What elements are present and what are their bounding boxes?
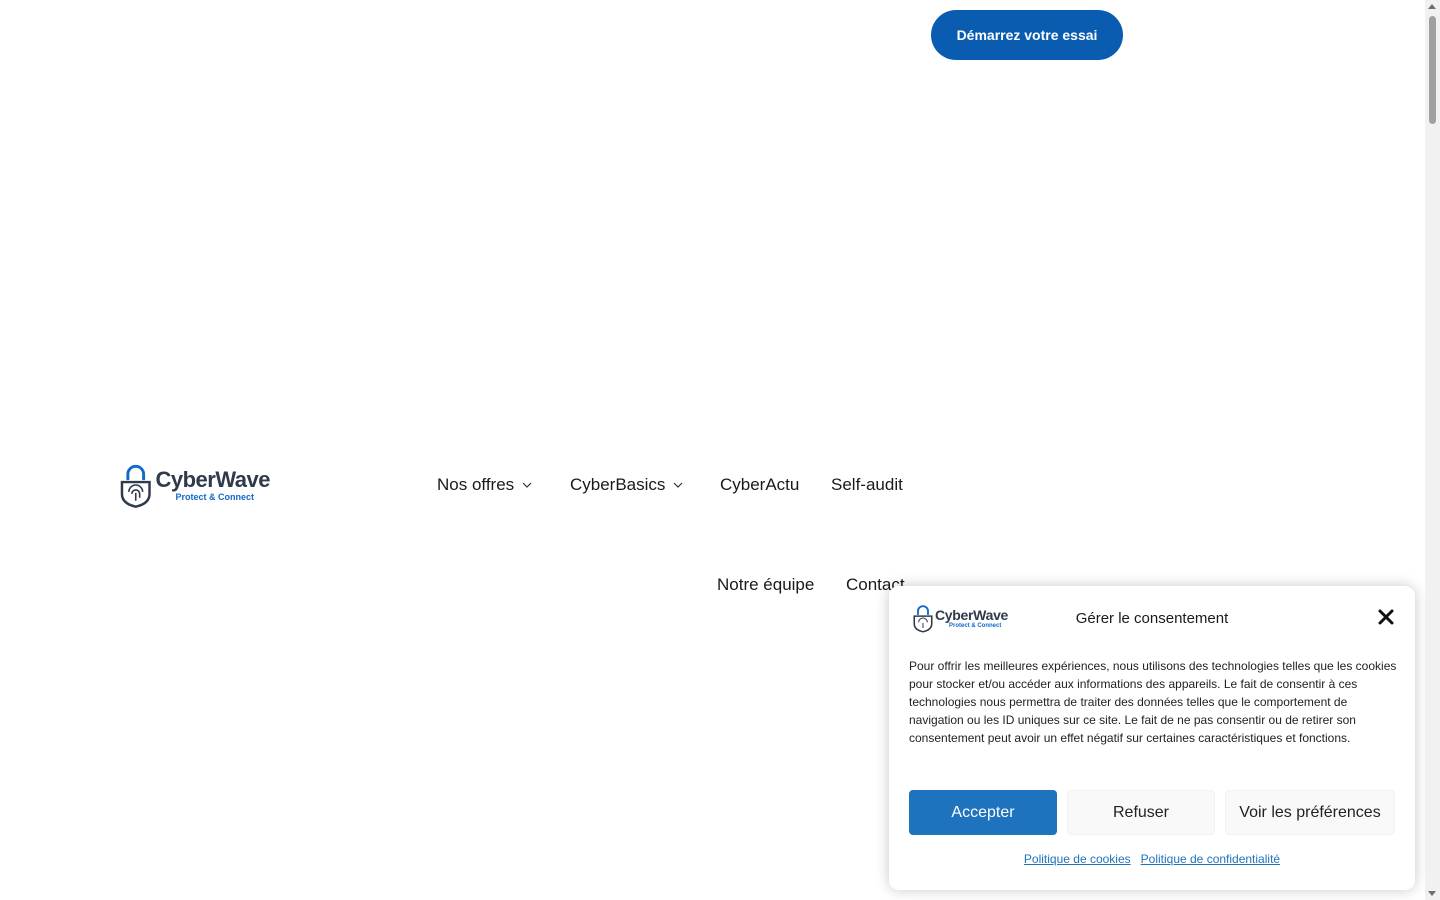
refuse-button[interactable]: Refuser — [1067, 790, 1215, 835]
site-logo[interactable]: CyberWave Protect & Connect — [120, 462, 270, 508]
consent-body: Pour offrir les meilleures expériences, … — [909, 659, 1397, 745]
nav-item-cyberactu[interactable]: CyberActu — [720, 475, 799, 495]
consent-links: Politique de cookies Politique de confid… — [889, 852, 1415, 866]
nav-item-label: Nos offres — [437, 475, 515, 494]
scroll-down-arrow[interactable] — [1428, 891, 1436, 896]
chevron-down-icon — [522, 482, 532, 488]
scroll-up-arrow[interactable] — [1428, 4, 1436, 9]
nav-item-self-audit[interactable]: Self-audit — [831, 475, 903, 495]
scroll-thumb[interactable] — [1429, 16, 1436, 124]
nav-item-notre-equipe[interactable]: Notre équipe — [717, 575, 814, 595]
start-trial-button[interactable]: Démarrez votre essai — [931, 10, 1123, 60]
consent-title: Gérer le consentement — [1075, 610, 1229, 627]
nav-item-nos-offres[interactable]: Nos offres — [437, 475, 532, 495]
nav-item-label: CyberActu — [720, 475, 800, 494]
cookie-consent-dialog: CyberWave Protect & Connect Gérer le con… — [889, 586, 1415, 890]
cookie-policy-link[interactable]: Politique de cookies — [1024, 852, 1131, 866]
nav-item-label: Notre équipe — [717, 575, 815, 594]
logo-name: CyberWave — [155, 466, 270, 492]
view-preferences-button[interactable]: Voir les préférences — [1225, 790, 1395, 835]
nav-item-cyberbasics[interactable]: CyberBasics — [570, 475, 683, 495]
logo-tagline: Protect & Connect — [175, 491, 254, 502]
nav-item-label: Self-audit — [831, 475, 903, 494]
privacy-policy-link[interactable]: Politique de confidentialité — [1141, 852, 1280, 866]
accept-button[interactable]: Accepter — [909, 790, 1057, 835]
page: Démarrez votre essai CyberWave Protect &… — [0, 0, 1440, 900]
padlock-fingerprint-icon — [120, 464, 151, 508]
chevron-down-icon — [673, 482, 683, 488]
nav-item-label: CyberBasics — [570, 475, 666, 494]
close-icon[interactable] — [1377, 608, 1395, 626]
page-scrollbar[interactable] — [1425, 0, 1440, 900]
